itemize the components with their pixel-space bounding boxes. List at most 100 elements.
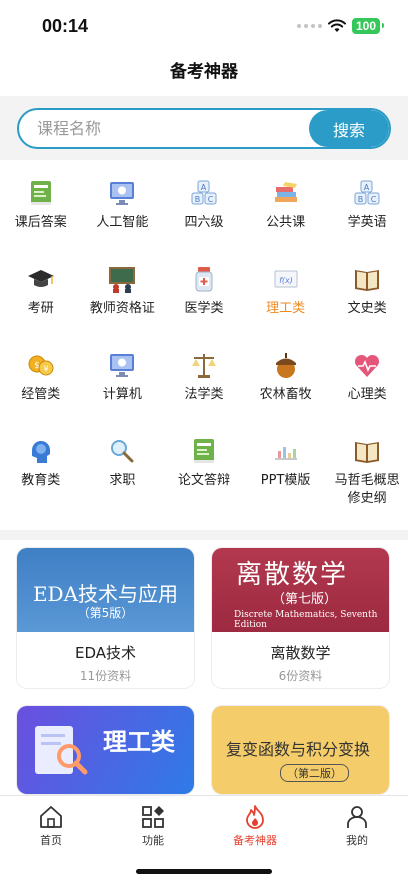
category-item-kehou-daan[interactable]: 课后答案 — [0, 168, 82, 254]
abc-blocks-icon: AB C — [354, 180, 380, 205]
search-bar: 搜索 — [0, 96, 408, 160]
svg-text:A: A — [364, 183, 370, 192]
search-input[interactable] — [37, 110, 297, 147]
book-answer-icon — [193, 439, 214, 463]
signal-icon — [296, 24, 322, 28]
course-count: 6份资料 — [278, 669, 323, 683]
category-item-ppt-muban[interactable]: PPT模版 — [245, 426, 327, 512]
category-label: 课后答案 — [14, 215, 67, 230]
bar-chart-icon — [274, 447, 297, 460]
flame-icon — [246, 805, 264, 829]
course-cover-discrete-math: 离散数学 （第七版） Discrete Mathematics, Seventh… — [212, 548, 389, 632]
course-title: EDA技术 — [74, 644, 137, 662]
abc-blocks-icon: AB C — [191, 180, 217, 205]
tab-mine[interactable]: 我的 — [306, 796, 408, 883]
category-grid: 课后答案 人工智能 ABC 四六级 公共课 ABC 学英语 考研 教师资格证 医… — [0, 168, 408, 512]
medicine-jar-icon — [195, 267, 213, 292]
search-button[interactable]: 搜索 — [309, 110, 389, 147]
acorn-icon — [275, 353, 296, 378]
page-title: 备考神器 — [170, 62, 238, 82]
course-cover-complex-function: 复变函数与积分变换 （第二版） — [212, 706, 389, 794]
course-card-complex-function[interactable]: 复变函数与积分变换 （第二版） — [212, 706, 389, 794]
category-item-jisuanji[interactable]: 计算机 — [82, 340, 164, 426]
category-item-yixue[interactable]: 医学类 — [163, 254, 245, 340]
cover-edition: （第二版） — [280, 764, 349, 782]
category-label: 求职 — [109, 473, 136, 488]
category-label: 农林畜牧 — [259, 387, 312, 402]
category-label: 理工类 — [266, 301, 306, 316]
category-label: 人工智能 — [96, 215, 149, 230]
cover-edition: （第5版） — [77, 606, 134, 620]
books-stack-icon — [274, 182, 297, 202]
category-label: 医学类 — [184, 301, 224, 316]
category-label: PPT模版 — [260, 473, 311, 488]
status-indicators: 100 — [296, 18, 385, 34]
category-label: 计算机 — [102, 387, 142, 402]
document-illustration-icon — [35, 726, 88, 775]
course-title: 离散数学 — [270, 644, 331, 662]
category-item-wenshi[interactable]: 文史类 — [326, 254, 408, 340]
category-label: 公共课 — [266, 215, 306, 230]
category-item-kaoyan[interactable]: 考研 — [0, 254, 82, 340]
home-icon — [40, 806, 62, 828]
person-icon — [347, 806, 367, 828]
course-card-science[interactable]: 理工类 — [17, 706, 194, 794]
course-card-discrete-math[interactable]: 离散数学 （第七版） Discrete Mathematics, Seventh… — [212, 548, 389, 688]
course-card-eda[interactable]: EDA技术与应用 （第5版） EDA技术 11份资料 — [17, 548, 194, 688]
category-item-jingguan[interactable]: $ ¥ 经管类 — [0, 340, 82, 426]
section-divider — [0, 530, 408, 540]
category-item-nonglin-xumu[interactable]: 农林畜牧 — [245, 340, 327, 426]
open-book-icon — [355, 442, 380, 463]
category-item-qiuzhi[interactable]: 求职 — [82, 426, 164, 512]
category-item-rengong-zhineng[interactable]: 人工智能 — [82, 168, 164, 254]
cover-english-title: Discrete Mathematics, Seventh Edition — [234, 610, 378, 630]
graduation-cap-icon — [27, 270, 54, 287]
cover-title: EDA技术与应用 — [32, 582, 179, 606]
category-label: 教育类 — [21, 473, 61, 488]
course-cover-eda: EDA技术与应用 （第5版） — [17, 548, 194, 632]
home-indicator[interactable] — [136, 869, 272, 874]
tab-home[interactable]: 首页 — [0, 796, 102, 883]
tab-label: 功能 — [142, 834, 164, 847]
course-cover-science: 理工类 — [17, 706, 194, 794]
course-count: 11份资料 — [79, 669, 132, 683]
category-item-ligong[interactable]: f(x) 理工类 — [245, 254, 327, 340]
category-item-mazhe-maogai[interactable]: 马哲毛概思修史纲 — [326, 426, 408, 512]
open-book-icon — [355, 270, 380, 291]
wifi-icon — [327, 19, 346, 32]
page-header: 备考神器 — [0, 52, 408, 96]
svg-text:B: B — [195, 195, 201, 204]
svg-text:C: C — [371, 195, 377, 204]
category-label: 马哲毛概思修史纲 — [334, 473, 400, 506]
category-label: 四六级 — [184, 215, 224, 230]
status-bar: 00:14 100 — [0, 0, 408, 52]
category-item-gonggongke[interactable]: 公共课 — [245, 168, 327, 254]
category-item-jiaoyu[interactable]: 教育类 — [0, 426, 82, 512]
cover-title: 离散数学 — [236, 560, 349, 590]
coins-icon: $ ¥ — [28, 355, 54, 376]
category-item-jiaoshi-zigezheng[interactable]: 教师资格证 — [82, 254, 164, 340]
tab-label: 备考神器 — [233, 834, 277, 847]
book-answer-icon — [30, 181, 51, 205]
monitor-icon — [110, 182, 135, 205]
svg-text:A: A — [201, 183, 207, 192]
grid-icon — [142, 806, 164, 828]
tab-label: 首页 — [40, 834, 62, 847]
category-label: 教师资格证 — [89, 301, 155, 316]
cover-title: 复变函数与积分变换 — [226, 740, 371, 759]
battery-icon: 100 — [351, 18, 385, 34]
scales-icon — [191, 354, 216, 378]
svg-text:C: C — [208, 195, 214, 204]
category-item-siliuji[interactable]: ABC 四六级 — [163, 168, 245, 254]
category-item-xinli[interactable]: 心理类 — [326, 340, 408, 426]
science-board-icon: f(x) — [274, 270, 298, 288]
tab-label: 我的 — [346, 834, 368, 847]
category-label: 论文答辩 — [177, 473, 230, 488]
magnifier-icon — [111, 440, 134, 463]
search-box: 搜索 — [17, 108, 391, 149]
category-item-xue-yingyu[interactable]: ABC 学英语 — [326, 168, 408, 254]
status-time: 00:14 — [42, 16, 89, 36]
category-item-lunwen-dabian[interactable]: 论文答辩 — [163, 426, 245, 512]
svg-text:f(x): f(x) — [279, 276, 293, 285]
category-item-faxue[interactable]: 法学类 — [163, 340, 245, 426]
